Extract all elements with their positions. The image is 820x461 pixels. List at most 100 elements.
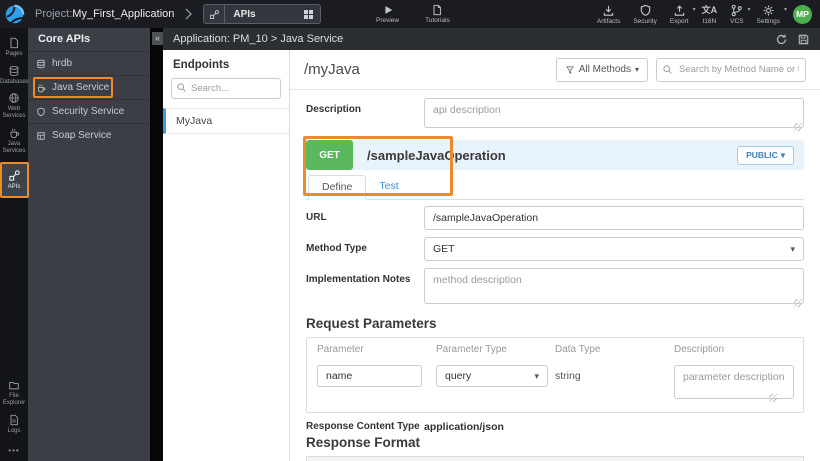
- tab-test[interactable]: Test: [366, 175, 411, 199]
- request-parameters-heading: Request Parameters: [306, 316, 437, 331]
- resize-grip-icon[interactable]: [769, 394, 777, 402]
- operation-band[interactable]: GET /sampleJavaOperation PUBLIC ▾: [306, 140, 804, 170]
- logs-icon: [10, 414, 18, 425]
- user-avatar[interactable]: MP: [793, 4, 812, 24]
- export-label: Export: [669, 17, 689, 25]
- caret-down-icon: ▾: [747, 7, 751, 13]
- caret-down-icon: ▾: [783, 7, 787, 13]
- core-apis-item-security-service[interactable]: Security Service: [28, 99, 150, 123]
- rail-item-file-explorer[interactable]: File Explorer: [0, 376, 28, 410]
- i18n-label: I18N: [702, 17, 717, 25]
- panel-divider: «: [150, 28, 163, 461]
- endpoints-search: [171, 78, 281, 99]
- api-connector-icon: [204, 5, 226, 23]
- document-icon: [433, 4, 442, 16]
- settings-label: Settings: [756, 17, 781, 25]
- database-icon: [37, 59, 45, 68]
- visibility-dropdown[interactable]: PUBLIC ▾: [737, 145, 794, 165]
- parameter-name-input[interactable]: [317, 365, 422, 387]
- app-header-bar: Application: PM_10 > Java Service: [163, 28, 820, 50]
- artifacts-label: Artifacts: [596, 17, 621, 25]
- method-type-select[interactable]: GET ▾: [424, 237, 804, 261]
- caret-down-icon: ▾: [780, 149, 785, 160]
- rail-item-java-services[interactable]: Java Services: [0, 123, 28, 159]
- implementation-notes-label: Implementation Notes: [306, 274, 411, 285]
- main-area: Application: PM_10 > Java Service Endpoi…: [163, 28, 820, 461]
- filter-icon: [565, 65, 574, 74]
- database-icon: [9, 65, 19, 76]
- download-icon: [603, 5, 614, 16]
- method-badge[interactable]: GET: [306, 140, 353, 170]
- table-row: query ▾ string: [307, 360, 803, 412]
- tutorials-button[interactable]: Tutorials: [425, 0, 450, 28]
- studio-window: Project:My_First_Application APIs Previe…: [0, 0, 820, 461]
- operation-tabs: Define Test: [306, 175, 804, 200]
- soap-icon: [37, 131, 45, 140]
- endpoints-panel: Endpoints MyJava: [163, 50, 290, 461]
- core-apis-item-hrdb[interactable]: hrdb: [28, 51, 150, 75]
- apis-icon: [8, 170, 20, 181]
- response-content-type-label: Response Content Type: [306, 421, 420, 432]
- response-format-table: Operation Type Description sampleJavaOpe…: [306, 456, 804, 461]
- tab-define[interactable]: Define: [308, 175, 367, 200]
- resize-grip-icon[interactable]: [794, 299, 802, 307]
- description-label: Description: [306, 104, 362, 115]
- rail-item-databases[interactable]: Databases: [0, 61, 29, 89]
- export-button[interactable]: Export ▾: [669, 0, 696, 28]
- resize-grip-icon[interactable]: [794, 123, 802, 131]
- preview-button[interactable]: Preview: [376, 0, 399, 28]
- response-format-heading: Response Format: [306, 435, 421, 450]
- service-detail: /myJava All Methods ▾ Search by Method N…: [290, 50, 820, 461]
- breadcrumb-chevron-icon: [185, 8, 193, 20]
- endpoints-title: Endpoints: [173, 59, 230, 71]
- collapse-panel-icon[interactable]: «: [152, 32, 163, 45]
- tutorials-label: Tutorials: [425, 17, 450, 24]
- rail-item-web-services[interactable]: Web Services: [0, 89, 28, 123]
- method-search-input[interactable]: [656, 57, 806, 82]
- rail-item-logs[interactable]: Logs: [0, 410, 28, 438]
- vcs-button[interactable]: VCS ▾: [730, 0, 751, 28]
- topbar-center-tools: Preview Tutorials: [376, 0, 450, 28]
- url-input[interactable]: [424, 206, 804, 230]
- operation-card: GET /sampleJavaOperation PUBLIC ▾ Define…: [303, 136, 804, 200]
- core-apis-item-java-service[interactable]: Java Service: [28, 75, 150, 99]
- method-type-label: Method Type: [306, 243, 367, 254]
- rail-item-apis[interactable]: APIs: [0, 162, 29, 198]
- brand-logo-icon[interactable]: [4, 4, 25, 25]
- rail-item-pages[interactable]: Pages: [0, 34, 28, 61]
- method-search: [656, 57, 806, 82]
- service-title: /myJava: [304, 61, 360, 78]
- grid-icon[interactable]: [304, 9, 314, 19]
- parameter-type-select[interactable]: query ▾: [436, 365, 548, 387]
- save-icon[interactable]: [797, 33, 810, 46]
- caret-down-icon: ▾: [790, 243, 795, 254]
- i18n-button[interactable]: 文A I18N: [702, 0, 718, 28]
- search-icon: [662, 64, 673, 75]
- shield-icon: [37, 107, 45, 116]
- request-parameters-table: Parameter Parameter Type Data Type Descr…: [306, 337, 804, 413]
- branch-icon: [732, 4, 743, 16]
- settings-button[interactable]: Settings ▾: [756, 0, 787, 28]
- description-textarea[interactable]: [424, 98, 804, 128]
- implementation-notes-textarea[interactable]: [424, 268, 804, 304]
- preview-label: Preview: [376, 17, 400, 24]
- more-options-icon[interactable]: •••: [0, 438, 28, 461]
- pages-icon: [10, 37, 18, 49]
- table-header-row: Operation Type Description: [307, 457, 803, 461]
- endpoints-search-input[interactable]: [171, 78, 281, 99]
- refresh-icon[interactable]: [775, 33, 788, 46]
- project-name[interactable]: Project:My_First_Application: [35, 8, 174, 20]
- table-header-row: Parameter Parameter Type Data Type Descr…: [317, 344, 725, 355]
- vcs-label: VCS: [730, 17, 744, 25]
- caret-down-icon: ▾: [534, 370, 539, 381]
- core-apis-item-soap-service[interactable]: Soap Service: [28, 123, 150, 147]
- security-button[interactable]: Security: [633, 0, 657, 28]
- methods-filter-dropdown[interactable]: All Methods ▾: [555, 57, 648, 82]
- play-icon: [384, 6, 392, 14]
- caret-down-icon: ▾: [634, 65, 639, 74]
- endpoint-item-myjava[interactable]: MyJava: [163, 108, 289, 134]
- core-apis-title: Core APIs: [38, 33, 91, 45]
- artifacts-button[interactable]: Artifacts: [597, 0, 620, 28]
- coffee-icon: [10, 128, 20, 139]
- workspace-tab-apis[interactable]: APIs: [203, 4, 322, 24]
